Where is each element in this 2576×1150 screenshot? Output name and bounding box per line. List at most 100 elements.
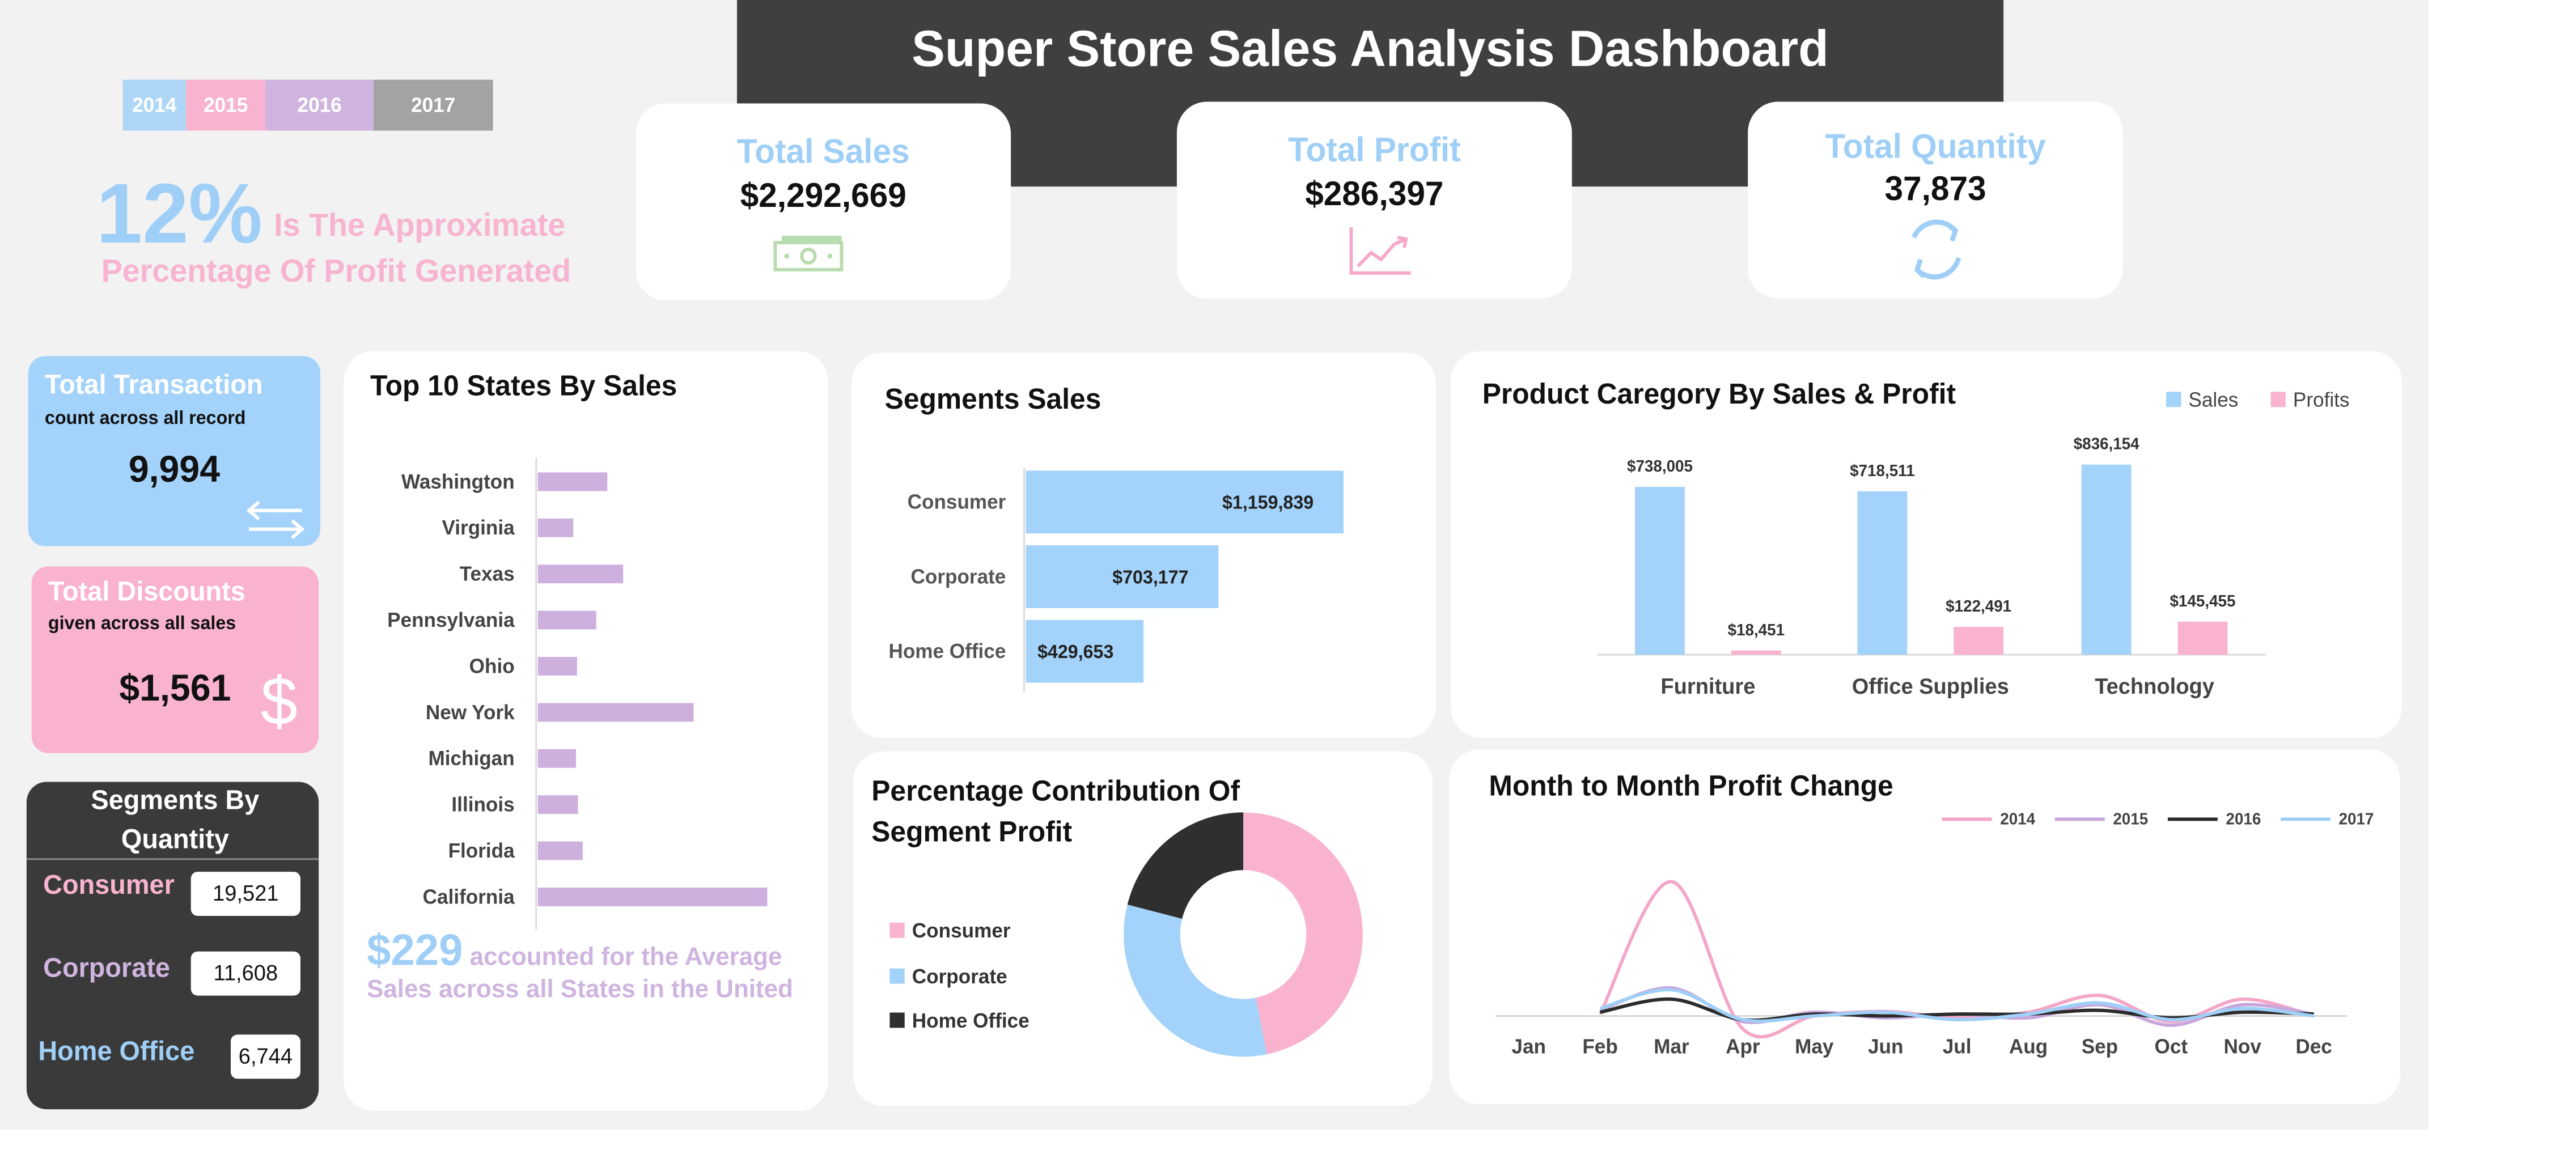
state-bar — [537, 703, 694, 722]
legend-swatch-corporate — [889, 969, 905, 984]
legend-label-profits: Profits — [2293, 388, 2350, 412]
segment-profit-donut — [1124, 812, 1363, 1057]
state-label: California — [423, 885, 515, 908]
category-bar-sales — [1857, 491, 1908, 655]
month-label: Dec — [2295, 1035, 2332, 1058]
legend-label-corporate: Corporate — [912, 965, 1007, 988]
state-bar — [537, 518, 574, 537]
donut-legend-home-office: Home Office — [889, 1006, 1029, 1037]
category-bar-profits — [1954, 626, 2004, 655]
year-filter-2014[interactable]: 2014 — [122, 79, 186, 131]
category-chart: Furniture $738,005 $18,451 Office Supplies $… — [1596, 435, 2266, 699]
total-transaction-value: 9,994 — [128, 448, 221, 490]
segment-home-office-quantity: 6,744 — [230, 1034, 300, 1079]
legend-label-2014: 2014 — [2000, 810, 2035, 828]
month-label: May — [1795, 1035, 1834, 1058]
total-quantity-value: 37,873 — [1884, 171, 1986, 209]
month-label: Nov — [2224, 1035, 2262, 1058]
donut-legend-consumer: Consumer — [889, 916, 1011, 947]
legend-swatch-consumer — [889, 923, 905, 939]
state-bar — [537, 749, 577, 768]
category-legend-profits: Profits — [2270, 385, 2350, 415]
legend-label-sales: Sales — [2188, 388, 2239, 412]
legend-label-home-office: Home Office — [912, 1008, 1029, 1033]
segment-consumer-quantity: 19,521 — [190, 872, 300, 916]
total-transaction-subtitle: count across all record — [45, 409, 246, 430]
monthly-profit-card: Month to Month Profit Change 2014 2015 201… — [1449, 749, 2400, 1105]
category-label: Office Supplies — [1852, 674, 2009, 699]
total-transaction-title: Total Transaction — [45, 371, 263, 401]
state-bar — [537, 795, 578, 814]
segment-sales-value: $703,177 — [1112, 567, 1188, 587]
month-label: Jul — [1943, 1035, 1972, 1058]
segment-consumer-name: Consumer — [43, 872, 175, 901]
monthly-profit-legend: 2014 2015 2016 2017 — [1942, 810, 2374, 828]
refresh-cycle-icon — [1911, 219, 1961, 280]
segments-sales-title: Segments Sales — [884, 383, 1101, 416]
state-bar — [537, 565, 624, 584]
state-label: Virginia — [442, 516, 514, 539]
state-label: Florida — [448, 839, 515, 862]
year-filter-2017[interactable]: 2017 — [373, 79, 493, 131]
month-label: Oct — [2155, 1035, 2188, 1058]
segment-corporate-quantity: 11,608 — [190, 951, 300, 996]
segments-sales-card: Segments Sales Consumer $1,159,839 Corpora… — [851, 353, 1436, 738]
segment-sales-label: Home Office — [888, 640, 1006, 663]
top-states-card: Top 10 States By Sales Washington Virgini… — [344, 351, 829, 1111]
segment-sales-label: Corporate — [911, 565, 1006, 588]
year-filter-2016[interactable]: 2016 — [265, 79, 374, 131]
month-label: Apr — [1726, 1035, 1760, 1058]
total-discounts-title: Total Discounts — [48, 578, 245, 608]
category-bar-profits — [2177, 621, 2228, 655]
state-bar — [537, 472, 608, 491]
dashboard-title: Super Store Sales Analysis Dashboard — [912, 22, 1829, 78]
legend-label-2017: 2017 — [2339, 810, 2374, 828]
month-label: Feb — [1582, 1035, 1617, 1058]
month-label: Mar — [1654, 1035, 1689, 1058]
segment-profit-card: Percentage Contribution Of Segment Profi… — [853, 751, 1433, 1106]
legend-label-2015: 2015 — [2113, 810, 2148, 828]
category-data-label: $122,491 — [1946, 597, 2011, 615]
monthly-profit-chart: Jan Feb Mar Apr May Jun Jul Aug Sep Oct Nov Dec — [1495, 880, 2348, 1058]
profit-percentage: 12% — [96, 166, 262, 261]
state-bar — [537, 887, 768, 906]
category-label: Technology — [2095, 674, 2214, 699]
monthly-profit-title: Month to Month Profit Change — [1489, 770, 1893, 803]
total-discounts-subtitle: given across all sales — [48, 614, 236, 635]
category-bar-sales — [1635, 487, 1685, 655]
legend-swatch-home-office — [889, 1013, 905, 1029]
segment-corporate-name: Corporate — [43, 954, 170, 984]
total-sales-value: $2,292,669 — [740, 178, 906, 216]
category-legend-sales: Sales — [2166, 385, 2238, 415]
average-sales-value: $229 — [367, 924, 463, 975]
donut-slice-home-office — [1127, 812, 1244, 919]
category-data-label: $836,154 — [2074, 435, 2139, 452]
legend-swatch-sales — [2166, 392, 2181, 408]
segment-sales-value: $1,159,839 — [1222, 492, 1314, 512]
category-card: Product Caregory By Sales & Profit Sales… — [1451, 351, 2402, 738]
year-filter-2015[interactable]: 2015 — [185, 79, 266, 131]
growth-chart-icon — [1349, 227, 1411, 275]
category-data-label: $738,005 — [1627, 457, 1693, 475]
category-data-label: $145,455 — [2170, 592, 2235, 610]
category-label: Furniture — [1660, 674, 1755, 699]
legend-label-consumer: Consumer — [912, 919, 1011, 943]
profit-note-line2: Percentage Of Profit Generated — [101, 254, 571, 290]
state-bar — [537, 610, 596, 630]
donut-legend-corporate: Corporate — [889, 962, 1007, 992]
money-icon — [773, 235, 844, 271]
total-profit-label: Total Profit — [1288, 132, 1461, 170]
total-quantity-card: Total Quantity 37,873 — [1748, 101, 2123, 299]
segments-by-quantity-title: Segments By Quantity — [91, 787, 260, 855]
category-bar-profits — [1731, 650, 1781, 655]
dollar-icon: $ — [260, 665, 298, 740]
legend-swatch-profits — [2270, 392, 2286, 408]
state-bar — [537, 656, 577, 676]
top-states-title: Top 10 States By Sales — [370, 370, 677, 402]
state-label: Michigan — [428, 747, 514, 770]
divider — [26, 858, 319, 860]
donut-slice-consumer — [1243, 812, 1363, 1055]
profit-note-line1: Is The Approximate — [274, 209, 566, 244]
total-profit-value: $286,397 — [1305, 176, 1444, 214]
legend-label-2016: 2016 — [2226, 810, 2261, 828]
